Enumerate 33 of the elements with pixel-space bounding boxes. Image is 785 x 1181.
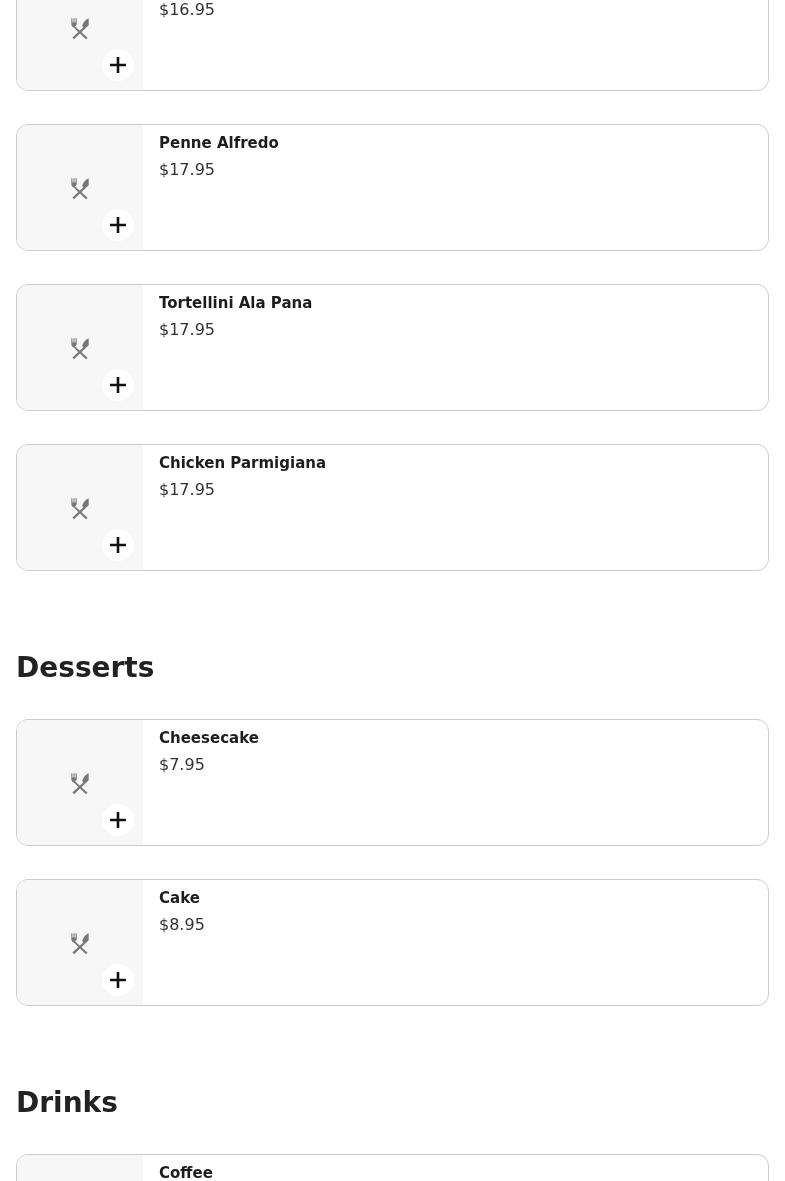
menu-item-card[interactable]: Coffee [16, 1154, 769, 1181]
plus-icon [108, 970, 128, 990]
item-name: Penne Alfredo [159, 133, 279, 153]
item-price: $8.95 [159, 915, 205, 935]
menu-item-card[interactable]: $16.95 [16, 0, 769, 91]
plus-icon [108, 55, 128, 75]
item-name: Tortellini Ala Pana [159, 293, 313, 313]
item-name: Chicken Parmigiana [159, 453, 327, 473]
item-price: $16.95 [159, 0, 215, 20]
item-price: $17.95 [159, 160, 216, 180]
menu-item-card[interactable]: Tortellini Ala Pana $17.95 [16, 284, 769, 411]
add-button[interactable] [102, 49, 134, 81]
item-price: $17.95 [159, 480, 216, 500]
menu-item-card[interactable]: Chicken Parmigiana $17.95 [16, 444, 769, 571]
add-button[interactable] [102, 804, 134, 836]
menu-item-card[interactable]: Penne Alfredo $17.95 [16, 124, 769, 251]
item-name: Cheesecake [159, 728, 259, 748]
section-heading: Desserts [16, 650, 156, 686]
plus-icon [108, 810, 128, 830]
plus-icon [108, 215, 128, 235]
section-heading: Drinks [16, 1085, 119, 1121]
add-button[interactable] [102, 964, 134, 996]
item-name: Cake [159, 888, 201, 908]
item-price: $17.95 [159, 320, 216, 340]
item-name: Coffee [159, 1163, 213, 1181]
item-price: $7.95 [159, 755, 206, 775]
menu-item-card[interactable]: Cake $8.95 [16, 879, 769, 1006]
add-button[interactable] [102, 369, 134, 401]
menu-item-card[interactable]: Cheesecake $7.95 [16, 719, 769, 846]
add-button[interactable] [102, 209, 134, 241]
plus-icon [108, 535, 128, 555]
add-button[interactable] [102, 529, 134, 561]
plus-icon [108, 375, 128, 395]
